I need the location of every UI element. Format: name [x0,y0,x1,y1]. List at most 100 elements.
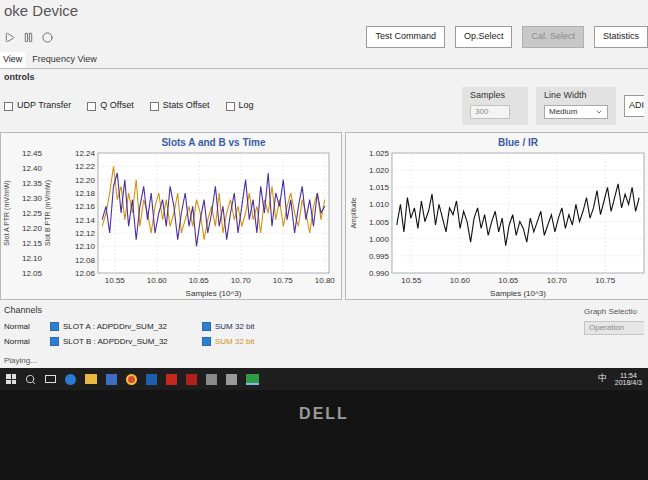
svg-text:12.35: 12.35 [22,179,43,188]
outlook-icon[interactable] [146,374,157,385]
graph-selection-dropdown[interactable]: Operation [584,321,644,335]
checkbox-option[interactable]: Log [226,99,254,113]
toolbar-button[interactable]: Statistics [594,26,648,48]
series-line [102,173,325,246]
app-icon[interactable] [206,374,217,385]
svg-text:10.65: 10.65 [498,276,519,285]
windows-icon[interactable] [6,374,16,384]
search-icon[interactable] [25,374,36,385]
svg-text:12.25: 12.25 [22,209,43,218]
svg-text:12.40: 12.40 [22,164,43,173]
checkbox[interactable] [4,102,13,111]
svg-text:1.000: 1.000 [369,235,390,244]
pause-icon[interactable] [23,32,34,43]
legend-checkbox[interactable] [202,337,211,346]
toolbar-button[interactable]: Test Command [366,26,445,48]
chevron-icon [595,108,603,116]
series-line [397,184,639,246]
app-window: oke DeviceTest CommandOp.SelectCal. Sele… [0,0,648,368]
svg-text:10.60: 10.60 [450,276,471,285]
explorer-icon[interactable] [85,374,97,384]
line-width-group: Line WidthMedium [536,87,616,125]
toolbar: Test Command Op.Select Cal. Select Statisti… [0,22,648,52]
svg-text:10.60: 10.60 [147,276,168,285]
svg-text:Samples (10^3): Samples (10^3) [186,289,242,298]
svg-text:12.45: 12.45 [22,149,43,158]
channel-checkbox[interactable] [50,337,59,346]
toolbar-button[interactable]: Op.Select [455,26,513,48]
svg-text:12.18: 12.18 [75,189,96,198]
adi-button[interactable]: ADI [624,95,644,117]
svg-text:10.65: 10.65 [189,276,210,285]
checkbox-option[interactable]: Stats Offset [150,99,210,113]
svg-text:1.020: 1.020 [369,166,390,175]
svg-text:12.08: 12.08 [75,256,96,265]
checkbox[interactable] [87,102,96,111]
task-view-icon[interactable] [45,375,56,383]
svg-text:10.55: 10.55 [105,276,126,285]
screen: oke DeviceTest CommandOp.SelectCal. Sele… [0,0,648,480]
chart: Blue / IR1.0251.0201.0151.0101.0051.0000… [346,133,648,299]
store-icon[interactable] [106,374,117,385]
laptop-bezel: DELL [0,390,648,480]
svg-text:1.015: 1.015 [369,183,390,192]
graph-selection-group: Graph SelectioOperation [584,304,644,355]
svg-text:12.30: 12.30 [22,194,43,203]
svg-text:Amplitude: Amplitude [350,197,358,228]
svg-text:0.995: 0.995 [369,252,390,261]
svg-text:0.990: 0.990 [369,269,390,278]
svg-text:12.10: 12.10 [22,254,43,263]
svg-text:Blue / IR: Blue / IR [498,137,539,148]
checkbox-option[interactable]: Q Offset [87,99,133,113]
svg-text:12.15: 12.15 [22,239,43,248]
controls-row: UDP Transfer Q Offset Stats Offset Log Sampl… [0,84,648,128]
play-icon[interactable] [4,32,15,43]
legend-checkbox[interactable] [202,322,211,331]
svg-text:10.55: 10.55 [401,276,422,285]
svg-text:10.75: 10.75 [273,276,294,285]
chrome-icon[interactable] [126,374,137,385]
taskbar: 中 11:542018/4/3 [0,368,648,390]
clock[interactable]: 11:542018/4/3 [615,372,642,387]
tab[interactable]: Frequency View [29,52,99,68]
tab[interactable]: View [0,52,25,68]
svg-text:10.70: 10.70 [547,276,568,285]
toolbar-button[interactable]: Cal. Select [522,26,584,48]
svg-text:12.12: 12.12 [75,229,96,238]
chart: Slots A and B vs Time 12.24 12.22 12.20 12.1… [1,133,341,299]
channel-checkbox[interactable] [50,322,59,331]
svg-text:10.70: 10.70 [231,276,252,285]
channels-title: Channels [4,304,255,318]
svg-text:12.22: 12.22 [75,162,96,171]
checkbox[interactable] [226,102,235,111]
svg-text:Samples (10^3): Samples (10^3) [490,289,546,298]
tab-bar: ViewFrequency View [0,52,648,69]
dell-logo: DELL [299,402,349,480]
svg-text:1.010: 1.010 [369,200,390,209]
pdf-icon[interactable] [166,374,177,385]
samples-group: Samples300 [462,87,528,125]
svg-text:12.10: 12.10 [75,242,96,251]
checkbox[interactable] [150,102,159,111]
checkbox-option[interactable]: UDP Transfer [4,99,71,113]
controls-title: ontrols [0,69,648,85]
svg-text:Slot B PTR (mV/mW): Slot B PTR (mV/mW) [44,180,52,246]
svg-text:12.20: 12.20 [75,176,96,185]
status-text: Playing... [0,355,648,367]
app-icon[interactable] [226,374,237,385]
svg-text:Slots A and B vs Time: Slots A and B vs Time [161,137,266,148]
acrobat-icon[interactable] [186,374,197,385]
edge-icon[interactable] [65,374,76,385]
svg-text:12.14: 12.14 [75,216,96,225]
line-width-dropdown[interactable]: Medium [544,105,608,119]
svg-text:12.24: 12.24 [75,149,96,158]
svg-text:12.20: 12.20 [22,224,43,233]
stop-icon[interactable] [42,32,53,43]
channels-section: ChannelsNormalSLOT A : ADPDDrv_SUM_32SUM… [0,300,648,355]
channel-row: NormalSLOT B : ADPDDrv_SUM_32SUM 32 bit [4,336,255,348]
samples-field[interactable]: 300 [470,105,510,119]
active-app-icon[interactable] [246,374,259,385]
tray-ime[interactable]: 中 [598,372,607,386]
svg-text:12.16: 12.16 [75,202,96,211]
svg-text:12.05: 12.05 [22,269,43,278]
